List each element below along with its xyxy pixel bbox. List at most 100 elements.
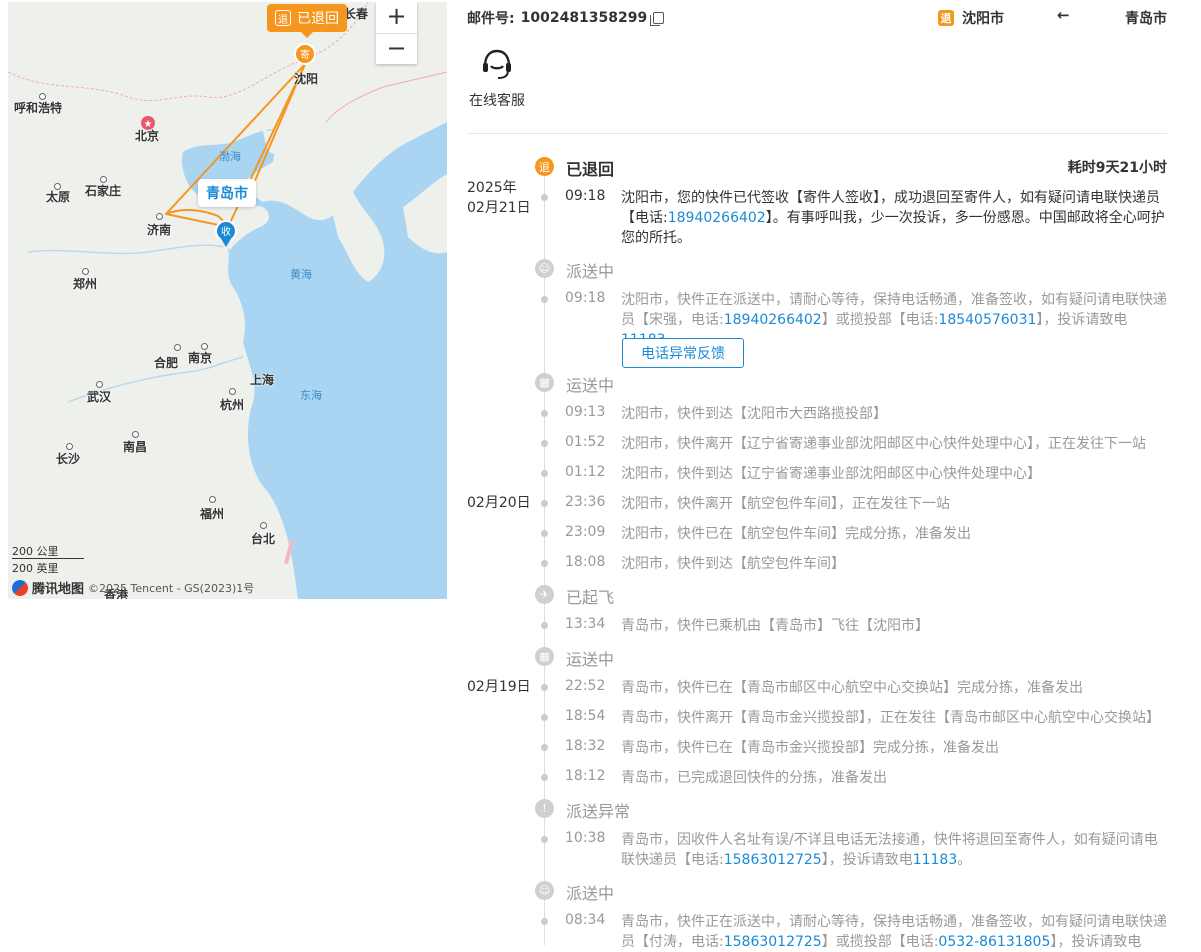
phone-link[interactable]: 18940266402 (668, 210, 766, 226)
event-text: 沈阳市，您的快件已代签收【寄件人签收】，成功退回至寄件人，如有疑问请电联快递员【… (621, 188, 1167, 248)
event-time: 18:32 (565, 738, 606, 754)
to-city: 青岛市 (1125, 11, 1167, 27)
receiver-tooltip: 青岛市 (198, 179, 256, 207)
status-label: 运送中 (566, 376, 615, 395)
map-city: 南昌 (123, 440, 148, 454)
date-label: 02月21日 (467, 200, 531, 216)
event-text: 青岛市，因收件人名址有误/不详且电话无法接通，快件将退回至寄件人，如有疑问请电联… (621, 830, 1167, 870)
zoom-out-button[interactable]: − (376, 33, 417, 65)
online-service-button[interactable]: 在线客服 (467, 46, 527, 110)
sender-marker: 寄 (300, 48, 310, 61)
map-canvas: 寄 收 ★ (8, 2, 447, 599)
map-brand: 腾讯地图 (32, 582, 85, 597)
status-label: 派送中 (566, 884, 615, 903)
return-badge: 退 (938, 10, 954, 26)
map-city: 南京 (188, 351, 213, 365)
event-text-part: 。 (957, 852, 972, 868)
pill-label: 已退回 (297, 11, 339, 27)
map-city-dot (96, 381, 103, 388)
tracking-panel: 邮件号: 1002481358299 退 沈阳市 ← 青岛市 在线客服 退 已退回… (467, 0, 1167, 950)
scale-km: 200 公里 (12, 545, 59, 558)
map-city: 合肥 (154, 356, 179, 370)
event-text: 沈阳市，快件到达【辽宁省寄递事业部沈阳邮区中心快件处理中心】 (621, 466, 1041, 482)
direction-arrow-icon: ← (1057, 6, 1070, 24)
map-city: 郑州 (73, 277, 98, 291)
map-city: 石家庄 (85, 184, 122, 198)
elapsed-time: 耗时9天21小时 (1067, 160, 1167, 176)
event-time: 09:18 (565, 290, 606, 306)
event-text-part: 】或揽投部【电话: (821, 312, 939, 328)
exclamation-icon: ! (535, 799, 554, 818)
map-city-dot (209, 496, 216, 503)
zoom-in-button[interactable]: + (376, 2, 417, 33)
map-city: 武汉 (87, 390, 112, 404)
event-text: 青岛市，快件正在派送中，请耐心等待，保持电话畅通，准备签收，如有疑问请电联快递员… (621, 912, 1167, 952)
from-city-group: 退 沈阳市 (938, 8, 1004, 28)
map-city-dot (174, 344, 181, 351)
map-city-dot (132, 431, 139, 438)
map-sea: 东海 (300, 389, 322, 402)
timeline-dot (541, 440, 548, 447)
status-label: 派送异常 (566, 802, 631, 821)
event-text: 青岛市，已完成退回快件的分拣，准备发出 (621, 770, 887, 786)
event-text: 青岛市，快件离开【青岛市金兴揽投部】，正在发往【青岛市邮区中心航空中心交换站】 (621, 710, 1160, 726)
status-label: 派送中 (566, 262, 615, 281)
map-sea: 渤海 (219, 150, 241, 163)
map-city-dot (260, 522, 267, 529)
event-time: 08:34 (565, 912, 606, 928)
zoom-control: + − (376, 2, 417, 64)
map-city: 太原 (46, 190, 71, 204)
date-label: 02月19日 (467, 679, 531, 695)
event-time: 23:09 (565, 524, 606, 540)
tencent-map-logo-icon (12, 579, 28, 596)
from-city: 沈阳市 (962, 11, 1004, 27)
map-city: 长春 (344, 7, 369, 21)
event-time: 18:08 (565, 554, 606, 570)
map-city-dot (82, 268, 89, 275)
phone-link[interactable]: 15863012725 (724, 934, 822, 950)
divider (467, 133, 1167, 134)
map-copyright: ©2025 Tencent - GS(2023)1号 (88, 581, 255, 595)
status-label: 已起飞 (566, 588, 615, 607)
event-text: 沈阳市，快件已在【航空包件车间】完成分拣，准备发出 (621, 526, 971, 542)
copy-icon[interactable] (650, 12, 665, 26)
event-text-part: 】，投诉请致电 (1050, 934, 1142, 950)
date-year: 2025年 (467, 180, 517, 196)
return-badge: 退 (275, 10, 291, 26)
phone-feedback-button[interactable]: 电话异常反馈 (622, 338, 744, 368)
phone-link[interactable]: 11183 (913, 852, 958, 868)
event-text: 青岛市，快件已乘机由【青岛市】飞往【沈阳市】 (621, 618, 929, 634)
courier-icon: ☺ (535, 259, 554, 278)
phone-link[interactable]: 18540576031 (938, 312, 1036, 328)
event-time: 23:36 (565, 494, 606, 510)
route-map[interactable]: 寄 收 ★ 长春 沈阳 呼和浩特 北京 太原 石家庄 济南 郑州 合肥 南京 上… (8, 2, 447, 599)
returned-icon: 退 (535, 157, 554, 176)
map-city: 北京 (135, 129, 160, 143)
online-service-label: 在线客服 (469, 93, 525, 109)
timeline-dot (541, 410, 548, 417)
transit-icon: ▦ (535, 647, 554, 666)
status-label: 运送中 (566, 650, 615, 669)
map-city: 沈阳 (294, 72, 319, 86)
event-time: 09:18 (565, 188, 606, 204)
event-text: 青岛市，快件已在【青岛市邮区中心航空中心交换站】完成分拣，准备发出 (621, 680, 1083, 696)
courier-icon: ☺ (535, 881, 554, 900)
map-city: 济南 (147, 223, 172, 237)
timeline-dot (541, 296, 548, 303)
phone-link[interactable]: 0532-86131805 (938, 934, 1050, 950)
timeline-dot (541, 500, 548, 507)
phone-link[interactable]: 18940266402 (724, 312, 822, 328)
map-city-dot (66, 443, 73, 450)
event-text-part: 】或揽投部【电话: (821, 934, 939, 950)
map-credit: 腾讯地图 ©2025 Tencent - GS(2023)1号 (12, 578, 254, 597)
phone-link[interactable]: 15863012725 (724, 852, 822, 868)
event-time: 01:12 (565, 464, 606, 480)
event-time: 13:34 (565, 616, 606, 632)
timeline-dot (541, 714, 548, 721)
headset-icon (483, 49, 511, 79)
timeline-dot (541, 774, 548, 781)
waybill-label: 邮件号: (467, 11, 515, 27)
timeline-line (544, 166, 545, 945)
event-text-part: 】，投诉请致电 (821, 852, 913, 868)
timeline-dot (541, 530, 548, 537)
